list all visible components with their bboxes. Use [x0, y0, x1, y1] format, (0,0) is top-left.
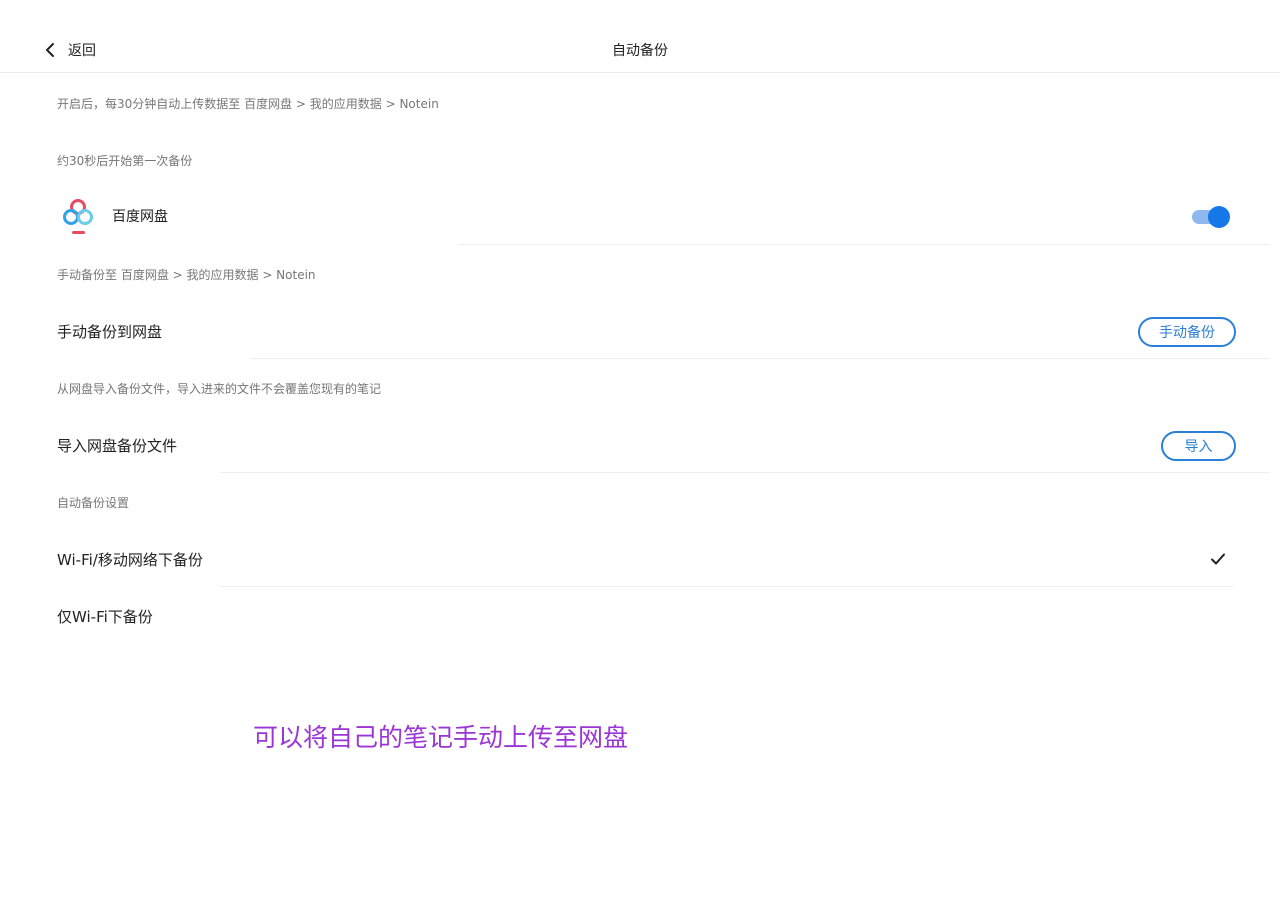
toggle-knob	[1208, 206, 1230, 228]
import-backup-label: 导入网盘备份文件	[57, 436, 178, 455]
option-wifi-mobile-label: Wi-Fi/移动网络下备份	[57, 550, 203, 569]
manual-backup-button[interactable]: 手动备份	[1138, 317, 1236, 347]
import-backup-description: 从网盘导入备份文件，导入进来的文件不会覆盖您现有的笔记	[57, 382, 382, 396]
manual-backup-description: 手动备份至 百度网盘 > 我的应用数据 > Notein	[57, 268, 316, 282]
divider	[458, 244, 1270, 245]
option-wifi-only[interactable]: 仅Wi-Fi下备份	[57, 596, 1234, 636]
auto-backup-page: 返回 自动备份 开启后，每30分钟自动上传数据至 百度网盘 > 我的应用数据 >…	[0, 0, 1280, 914]
first-backup-hint: 约30秒后开始第一次备份	[57, 154, 193, 168]
baidu-netdisk-row: 百度网盘	[57, 196, 1234, 236]
auto-backup-toggle[interactable]	[1192, 206, 1230, 228]
auto-backup-description: 开启后，每30分钟自动上传数据至 百度网盘 > 我的应用数据 > Notein	[57, 97, 439, 111]
header-bar: 返回 自动备份	[0, 0, 1280, 73]
baidu-netdisk-label: 百度网盘	[112, 209, 168, 225]
option-wifi-only-label: 仅Wi-Fi下备份	[57, 607, 153, 626]
divider	[250, 358, 1270, 359]
import-button[interactable]: 导入	[1161, 431, 1236, 461]
divider	[220, 586, 1234, 587]
overlay-caption: 可以将自己的笔记手动上传至网盘	[253, 723, 629, 752]
auto-backup-settings-label: 自动备份设置	[57, 496, 130, 510]
page-title: 自动备份	[612, 43, 668, 59]
manual-backup-label: 手动备份到网盘	[57, 322, 163, 341]
import-backup-row: 导入网盘备份文件	[57, 425, 1234, 465]
divider	[220, 472, 1270, 473]
baidu-netdisk-logo-icon	[63, 199, 93, 234]
checkmark-icon	[1211, 553, 1225, 565]
option-wifi-mobile[interactable]: Wi-Fi/移动网络下备份	[57, 539, 1234, 579]
manual-backup-row: 手动备份到网盘	[57, 311, 1234, 351]
